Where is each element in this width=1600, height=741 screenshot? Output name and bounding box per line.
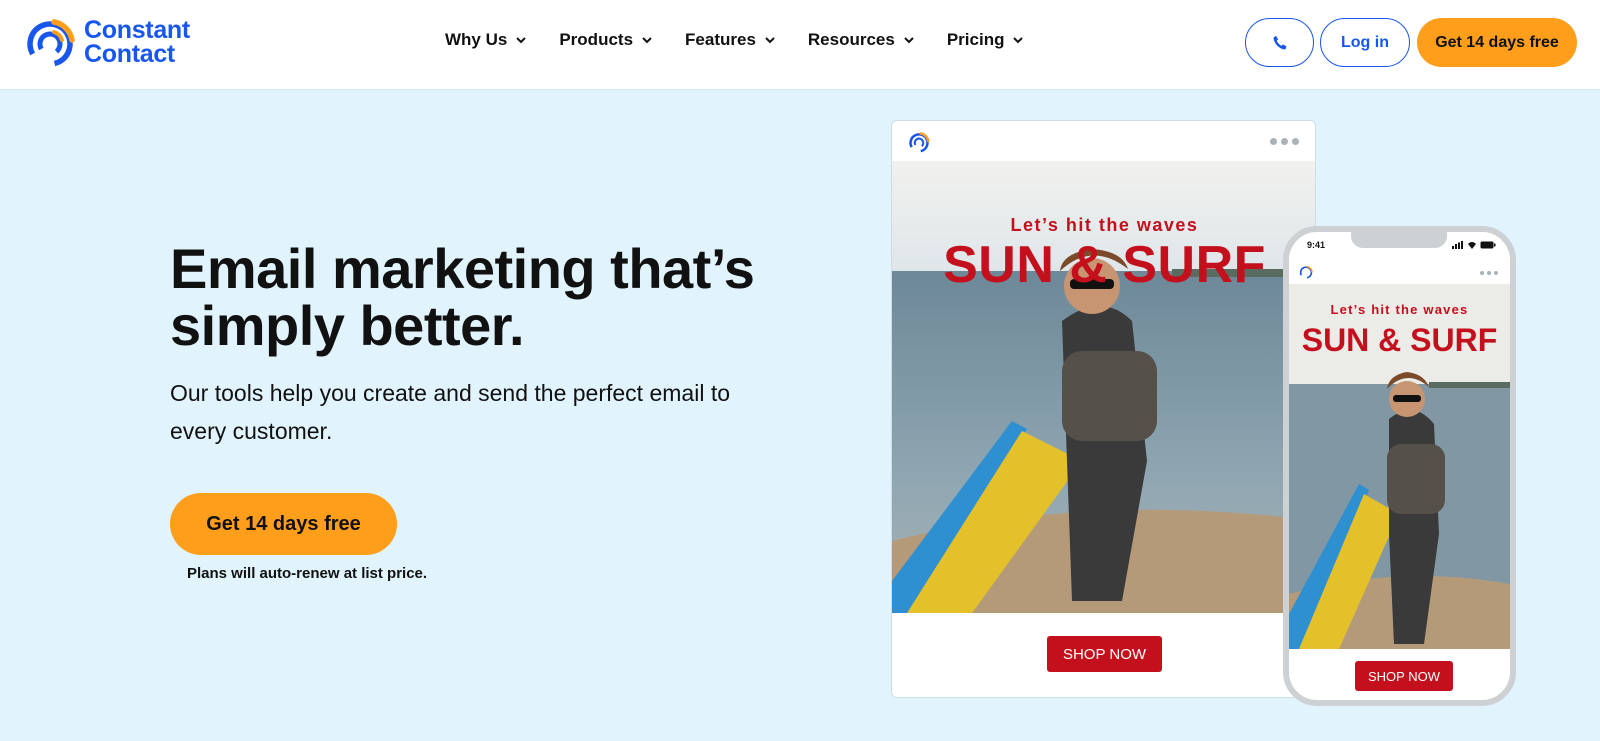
nav-products[interactable]: Products xyxy=(559,30,653,50)
phone-notch xyxy=(1351,232,1447,248)
signal-icon xyxy=(1452,241,1463,249)
chevron-down-icon xyxy=(765,37,775,44)
chevron-down-icon xyxy=(642,37,652,44)
chevron-down-icon xyxy=(904,37,914,44)
surfer-photo: Let’s hit the waves SUN & SURF xyxy=(1289,284,1510,649)
call-button[interactable] xyxy=(1245,18,1314,67)
chevron-down-icon xyxy=(516,37,527,44)
brand-line-1: Constant xyxy=(84,16,190,44)
more-options-icon xyxy=(1480,271,1498,275)
email-headline: SUN & SURF xyxy=(943,236,1266,294)
header-free-trial-button[interactable]: Get 14 days free xyxy=(1417,18,1577,67)
nav-why-us[interactable]: Why Us xyxy=(445,30,527,50)
nav-label: Why Us xyxy=(445,30,508,49)
shop-now-button[interactable]: SHOP NOW xyxy=(1047,636,1162,672)
brand-line-2: Contact xyxy=(84,40,175,68)
constant-contact-logo-icon xyxy=(1299,265,1313,279)
main-nav: Why Us Products Features Resources Prici… xyxy=(445,30,1024,50)
constant-contact-logo-icon xyxy=(909,132,930,153)
email-headline: SUN & SURF xyxy=(1301,322,1498,358)
desktop-email-preview: Let’s hit the waves SUN & SURF SHOP NOW xyxy=(891,120,1316,698)
nav-label: Products xyxy=(559,30,634,49)
nav-pricing[interactable]: Pricing xyxy=(947,30,1025,50)
hero-free-trial-button[interactable]: Get 14 days free xyxy=(170,493,397,555)
shop-now-button[interactable]: SHOP NOW xyxy=(1355,661,1453,691)
phone-status-icons xyxy=(1452,241,1496,249)
site-header: Constant Contact Why Us Products Feature… xyxy=(0,0,1600,90)
email-tagline: Let’s hit the waves xyxy=(1010,215,1199,235)
brand-logo[interactable]: Constant Contact xyxy=(24,16,190,68)
more-options-icon xyxy=(1270,138,1299,145)
preview-window-bar xyxy=(892,121,1315,161)
email-tagline: Let’s hit the waves xyxy=(1330,302,1469,317)
nav-features[interactable]: Features xyxy=(685,30,776,50)
auto-renew-note: Plans will auto-renew at list price. xyxy=(187,565,428,582)
phone-time: 9:41 xyxy=(1307,240,1326,250)
hero-title: Email marketing that’s simply better. xyxy=(170,237,755,357)
phone-email-preview: 9:41 Let’s hit the waves SUN & SURF SHOP… xyxy=(1283,226,1516,706)
battery-icon xyxy=(1480,241,1496,249)
constant-contact-logo-icon xyxy=(27,19,75,67)
chevron-down-icon xyxy=(1013,37,1024,44)
nav-label: Pricing xyxy=(946,30,1005,49)
surfer-photo: Let’s hit the waves SUN & SURF xyxy=(892,161,1315,613)
nav-label: Features xyxy=(685,30,756,49)
nav-label: Resources xyxy=(807,30,895,49)
phone-icon xyxy=(1273,35,1286,49)
wifi-icon xyxy=(1468,242,1476,249)
hero-subtitle: Our tools help you create and send the p… xyxy=(170,380,730,444)
login-button[interactable]: Log in xyxy=(1320,18,1410,67)
nav-resources[interactable]: Resources xyxy=(808,30,915,50)
brand-wordmark: Constant Contact xyxy=(84,16,190,68)
